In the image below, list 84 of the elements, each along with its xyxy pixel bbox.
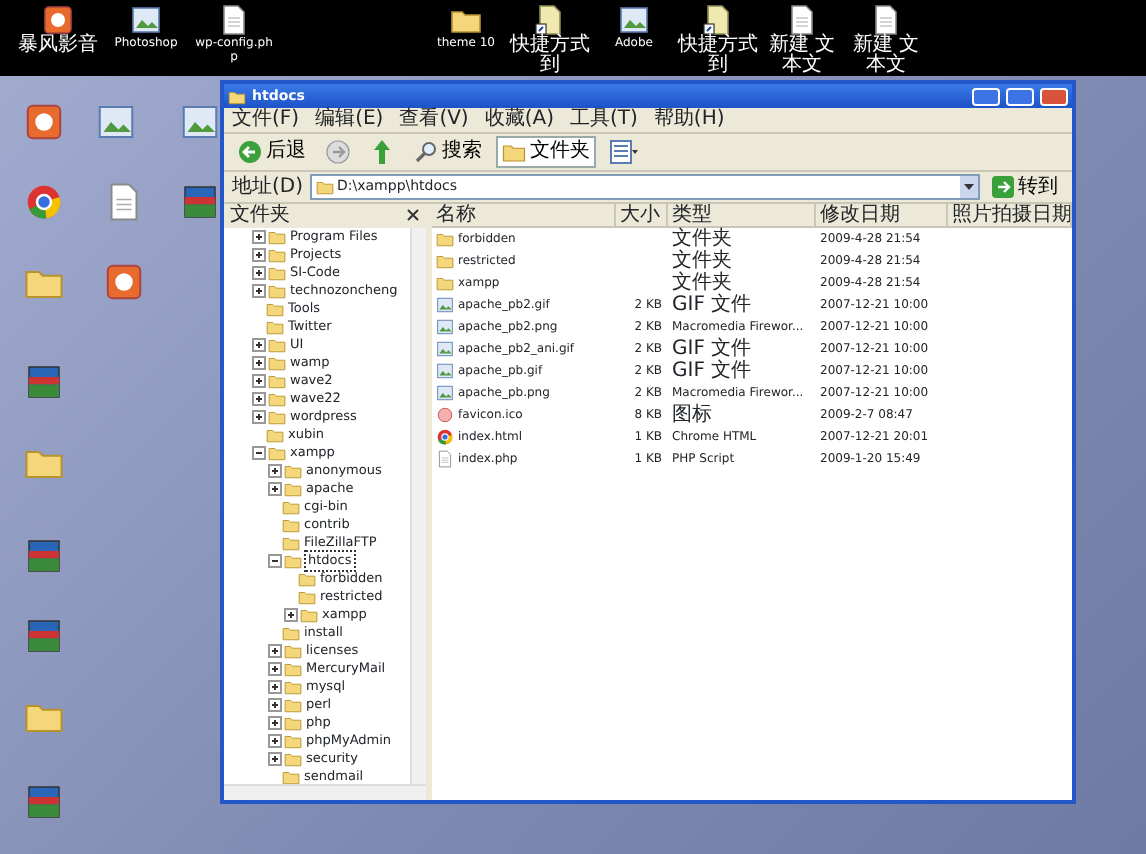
expand-icon[interactable] [252,248,266,262]
close-button[interactable] [1040,87,1068,105]
expand-icon[interactable] [252,230,266,244]
folder-icon [502,140,526,164]
desktop-icon-label[interactable]: 新建 文本文 [844,36,928,76]
stack-icon[interactable] [24,781,64,822]
picture-icon [436,296,454,314]
up-arrow-icon [370,138,394,166]
column-header[interactable]: 类型 [668,204,816,226]
picture-icon[interactable] [618,4,650,36]
column-header[interactable]: 照片拍摄日期 [948,204,1072,226]
views-button[interactable] [604,136,644,168]
column-header[interactable]: 修改日期 [816,204,948,226]
round-icon [436,406,454,424]
picture-icon [436,340,454,358]
back-arrow-icon [238,140,262,164]
menu-item[interactable]: 查看(V) [399,108,469,132]
stack-icon[interactable] [24,361,64,402]
browser-icon[interactable] [24,181,64,222]
picture-icon [436,318,454,336]
column-header[interactable]: 大小 [616,204,668,226]
close-icon[interactable] [404,206,422,224]
expand-icon[interactable] [268,752,282,766]
expand-icon[interactable] [252,284,266,298]
go-button[interactable]: 转到 [986,171,1064,203]
menu-item[interactable]: 工具(T) [570,108,638,132]
file-type: 文件夹 [670,228,734,250]
menu-item[interactable]: 收藏(A) [484,108,554,132]
file-type: 文件夹 [670,250,734,272]
search-button[interactable]: 搜索 [408,136,488,168]
menu-item[interactable]: 帮助(H) [653,108,725,132]
expand-icon[interactable] [252,338,266,352]
folder-icon [228,87,246,105]
address-label: 地址(D) [232,175,304,199]
go-arrow-icon [992,176,1014,198]
folders-button[interactable]: 文件夹 [496,136,596,168]
menu-item[interactable]: 编辑(E) [315,108,384,132]
folder-icon [315,178,334,196]
expand-icon[interactable] [252,374,266,388]
expand-icon[interactable] [268,644,282,658]
maximize-button[interactable] [1006,87,1034,105]
document-icon[interactable] [786,4,818,36]
expand-icon[interactable] [252,356,266,370]
desktop-icon-label[interactable]: 快捷方式到 [676,36,760,76]
app-icon[interactable] [42,4,74,36]
stack-icon[interactable] [24,615,64,656]
file-type: GIF 文件 [670,360,754,382]
expand-icon[interactable] [268,680,282,694]
shortcut-icon[interactable] [702,4,734,36]
desktop-icon-label[interactable]: 暴风影音 [16,36,100,56]
expand-icon[interactable] [268,464,282,478]
picture-icon [436,384,454,402]
minimize-button[interactable] [972,87,1000,105]
views-icon [610,140,638,164]
menu-item[interactable]: 文件(F) [232,108,300,132]
expand-icon[interactable] [252,266,266,280]
forward-arrow-icon [326,140,350,164]
expand-icon[interactable] [268,662,282,676]
document-icon[interactable] [218,4,250,36]
expand-icon[interactable] [268,716,282,730]
horizontal-scrollbar[interactable] [224,784,426,800]
stack-icon[interactable] [180,181,220,222]
collapse-icon[interactable] [252,446,266,460]
file-type: GIF 文件 [670,338,754,360]
back-button[interactable]: 后退 [232,136,312,168]
search-icon [414,140,438,164]
picture-icon [436,362,454,380]
stack-icon[interactable] [24,535,64,576]
expand-icon[interactable] [252,410,266,424]
shortcut-icon[interactable] [534,4,566,36]
vertical-scrollbar[interactable] [410,228,426,785]
expand-icon[interactable] [284,608,298,622]
file-type: 文件夹 [670,272,732,294]
file-type: GIF 文件 [670,294,754,316]
collapse-icon[interactable] [268,554,282,568]
desktop-icon-label[interactable]: 快捷方式到 [508,36,592,76]
expand-icon[interactable] [268,482,282,496]
picture-icon[interactable] [130,4,162,36]
expand-icon[interactable] [252,392,266,406]
expand-icon[interactable] [268,698,282,712]
file-type: 图标 [670,404,714,426]
document-icon[interactable] [870,4,902,36]
expand-icon[interactable] [268,734,282,748]
desktop-icon-label[interactable]: 新建 文本文 [760,36,844,76]
